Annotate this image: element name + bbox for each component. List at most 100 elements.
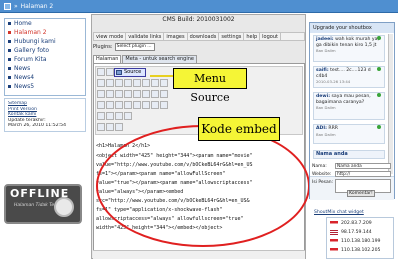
toolbar-underline-icon[interactable] bbox=[115, 90, 123, 98]
help-link[interactable]: help bbox=[244, 33, 261, 40]
toolbar-indent-icon[interactable] bbox=[106, 101, 114, 109]
toolbar-doc-icon[interactable] bbox=[97, 68, 105, 76]
visitor-row: 202.83.7.209 bbox=[330, 220, 372, 226]
site-info: Sitemap Print Version Kontak kami Update… bbox=[4, 98, 86, 132]
logout-link[interactable]: logout bbox=[260, 33, 281, 40]
toolbar-image-icon[interactable] bbox=[160, 101, 168, 109]
website-input[interactable]: http:// bbox=[335, 171, 391, 177]
shout-author: ADI: bbox=[316, 126, 327, 131]
toolbar-spell-icon[interactable] bbox=[133, 79, 141, 87]
toolbar-align-left-icon[interactable] bbox=[115, 101, 123, 109]
sidebar-item-forum-kita[interactable]: Forum Kita bbox=[14, 56, 47, 63]
sidebar-item-news[interactable]: News bbox=[14, 65, 30, 72]
bullet-icon bbox=[8, 49, 11, 52]
shout-author: jadeei: bbox=[316, 37, 334, 42]
toolbar-copy-icon[interactable] bbox=[106, 79, 114, 87]
shout-text: RRR bbox=[328, 126, 338, 131]
toolbar-align-center-icon[interactable] bbox=[124, 101, 132, 109]
bullet-icon bbox=[8, 67, 11, 70]
top-bar bbox=[0, 0, 398, 13]
toolbar-table-icon[interactable] bbox=[97, 112, 105, 120]
shout-date: Ban Dalim bbox=[316, 48, 336, 53]
shoutbox-upgrade-link[interactable]: Upgrade your shoutbox bbox=[310, 23, 394, 33]
toolbar-smiley-icon[interactable] bbox=[115, 112, 123, 120]
flag-us-icon bbox=[330, 229, 338, 235]
sidebar-item-news5[interactable]: News5 bbox=[14, 83, 34, 90]
status-dot-icon bbox=[377, 93, 381, 97]
toolbar-find-icon[interactable] bbox=[160, 79, 168, 87]
validate-links-link[interactable]: validate links bbox=[126, 33, 165, 40]
breadcrumb-separator: » bbox=[14, 3, 18, 10]
editor-status-bar bbox=[93, 250, 305, 259]
sidebar-item-hubungi-kami[interactable]: Hubungi kami bbox=[14, 38, 56, 45]
toolbar-bullets-icon[interactable] bbox=[160, 90, 168, 98]
plugin-row: Plugins: Select plugin ... bbox=[93, 42, 155, 52]
visitor-ip: 110.138.180.199 bbox=[341, 238, 381, 244]
plugin-select[interactable]: Select plugin ... bbox=[114, 43, 155, 51]
breadcrumb: » Halaman 2 bbox=[4, 2, 53, 11]
shoutbox-scrollbar[interactable] bbox=[388, 34, 393, 174]
visitor-row: 110.138.102.205 bbox=[330, 247, 380, 253]
highlight-ellipse bbox=[96, 125, 310, 247]
visitor-ip: 110.138.102.205 bbox=[341, 247, 381, 253]
breadcrumb-current[interactable]: Halaman 2 bbox=[21, 3, 54, 10]
bullet-icon bbox=[8, 31, 11, 34]
home-icon[interactable] bbox=[4, 3, 11, 10]
toolbar-cut-icon[interactable] bbox=[97, 79, 105, 87]
toolbar-color-icon[interactable] bbox=[115, 123, 123, 131]
flag-id-icon bbox=[330, 220, 338, 226]
shout-message: jadeei: wah kok murah ya, ga dibikin ten… bbox=[313, 35, 385, 62]
bullet-icon bbox=[8, 85, 11, 88]
update-timestamp: March 26, 2010 11:52:54 bbox=[8, 123, 67, 129]
visitor-ip: 98.17.59.144 bbox=[341, 229, 372, 235]
toolbar-unlink-icon[interactable] bbox=[151, 101, 159, 109]
toolbar-undo-icon[interactable] bbox=[142, 79, 150, 87]
shout-name-toggle[interactable]: Nama anda bbox=[313, 150, 385, 159]
shout-date: Ban Dalim bbox=[316, 105, 336, 110]
bullet-icon bbox=[8, 40, 11, 43]
shout-author: dewi: bbox=[316, 94, 331, 99]
toolbar-bold-icon[interactable] bbox=[97, 90, 105, 98]
settings-link[interactable]: settings bbox=[219, 33, 245, 40]
bullet-icon bbox=[8, 58, 11, 61]
website-label: Website: bbox=[312, 172, 332, 177]
toolbar-link-icon[interactable] bbox=[142, 101, 150, 109]
toolbar-align-right-icon[interactable] bbox=[133, 101, 141, 109]
toolbar-special-char-icon[interactable] bbox=[124, 112, 132, 120]
callout-menu-source: Menu Source bbox=[173, 68, 247, 104]
shout-message: saifi: test.... 2c....123 d c4b4 2010-03… bbox=[313, 66, 385, 88]
toolbar-paste-icon[interactable] bbox=[115, 79, 123, 87]
sidebar-item-home[interactable]: Home bbox=[14, 20, 32, 27]
visitor-row: 110.138.180.199 bbox=[330, 238, 380, 244]
sidebar-item-gallery-foto[interactable]: Gallery foto bbox=[14, 47, 49, 54]
toolbar-new-icon[interactable] bbox=[106, 68, 114, 76]
toolbar-print-icon[interactable] bbox=[124, 79, 132, 87]
toolbar-outdent-icon[interactable] bbox=[97, 101, 105, 109]
visitor-row: 98.17.59.144 bbox=[330, 229, 372, 235]
shout-message: ADI: RRR Ban Dalim bbox=[313, 124, 385, 144]
plugins-label: Plugins: bbox=[93, 44, 113, 50]
visitor-ip: 202.83.7.209 bbox=[341, 220, 372, 226]
status-dot-icon bbox=[377, 125, 381, 129]
toolbar-superscript-icon[interactable] bbox=[142, 90, 150, 98]
toolbar-font-icon[interactable] bbox=[106, 123, 114, 131]
status-dot-icon bbox=[377, 36, 381, 40]
toolbar-format-icon[interactable] bbox=[97, 123, 105, 131]
shout-author: saifi: bbox=[316, 68, 329, 73]
toolbar-redo-icon[interactable] bbox=[151, 79, 159, 87]
images-link[interactable]: images bbox=[164, 33, 188, 40]
toolbar-list-icon[interactable] bbox=[151, 90, 159, 98]
pesan-label: Isi Pesan: bbox=[312, 180, 334, 185]
sidebar-item-news4[interactable]: News4 bbox=[14, 74, 34, 81]
toolbar-italic-icon[interactable] bbox=[106, 90, 114, 98]
toolbar-subscript-icon[interactable] bbox=[133, 90, 141, 98]
toolbar-rule-icon[interactable] bbox=[106, 112, 114, 120]
nama-input[interactable]: Nama anda bbox=[335, 163, 391, 169]
source-icon bbox=[116, 70, 122, 75]
shoutmix-widget-link[interactable]: ShoutMix chat widget bbox=[314, 210, 364, 215]
sidebar-item-halaman-2[interactable]: Halaman 2 bbox=[14, 29, 47, 36]
toolbar-strike-icon[interactable] bbox=[124, 90, 132, 98]
view-mode-link[interactable]: view mode bbox=[94, 33, 127, 40]
komentar-button[interactable]: Komentar! bbox=[347, 190, 375, 197]
downloads-link[interactable]: downloads bbox=[188, 33, 220, 40]
